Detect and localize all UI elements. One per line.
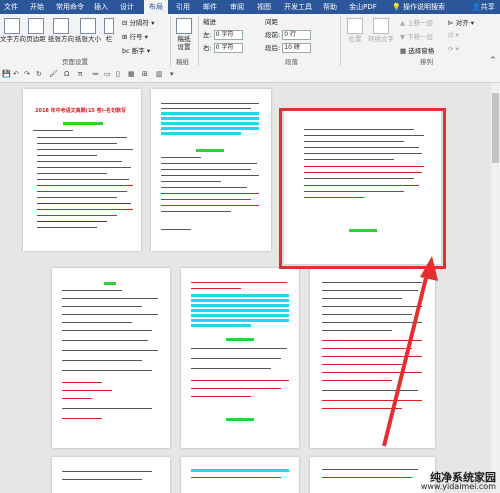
arrow-icon (382, 256, 438, 447)
watermark: 纯净系统家园 www.yidaimei.com (420, 471, 496, 491)
watermark-url: www.yidaimei.com (420, 482, 496, 491)
watermark-name: 纯净系统家园 (430, 471, 496, 484)
